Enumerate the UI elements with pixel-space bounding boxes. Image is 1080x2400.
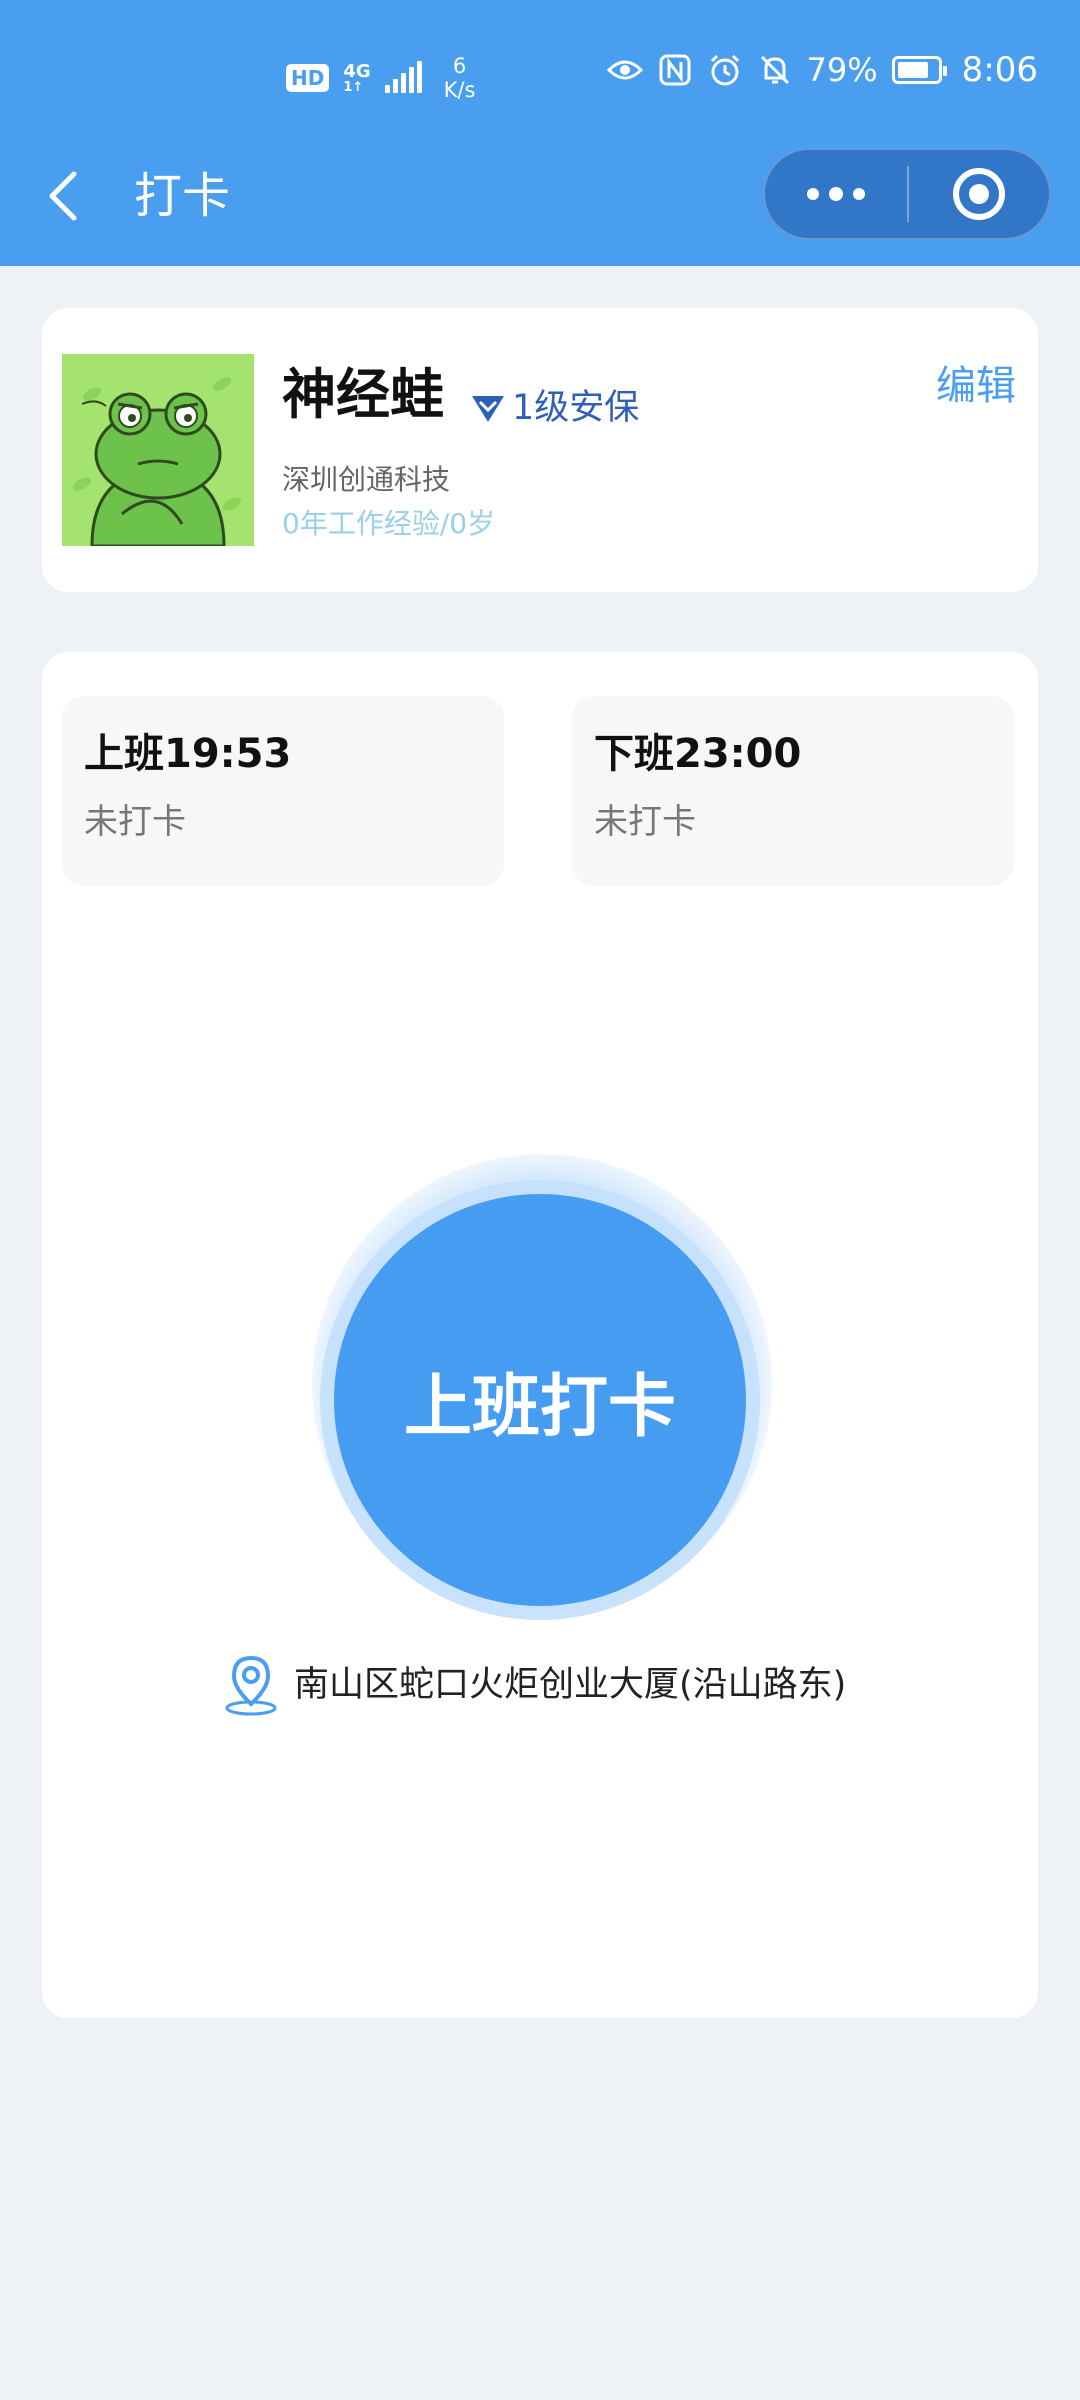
shift-end-time: 下班23:00 (594, 731, 802, 777)
hd-badge: HD (286, 64, 330, 92)
clock: 8:06 (961, 50, 1038, 90)
level-label: 1级安保 (512, 388, 640, 428)
dot (807, 188, 819, 200)
network-type: 4G (343, 60, 371, 82)
shift-start-status: 未打卡 (84, 802, 186, 842)
status-bar: HD 4G 1↑ 6 K/s 79% 8:06 (0, 48, 1080, 108)
dot (829, 187, 843, 201)
experience-info: 0年工作经验/0岁 (282, 507, 496, 540)
more-button[interactable] (765, 150, 907, 238)
back-button[interactable] (40, 166, 90, 226)
mute-bell-icon (757, 52, 793, 88)
shift-start-card: 上班19:53 未打卡 (62, 696, 504, 886)
clock-in-card: 上班19:53 未打卡 下班23:00 未打卡 上班打卡 南山区蛇口火炬创业大厦… (42, 652, 1038, 2018)
battery-icon (891, 56, 947, 84)
navigation-bar: 打卡 (0, 146, 1080, 246)
eye-icon (606, 52, 643, 88)
signal-icon (384, 61, 422, 93)
back-arrow-icon (49, 171, 77, 221)
shift-end-status: 未打卡 (594, 802, 696, 842)
diamond-icon (472, 396, 504, 422)
speed-unit: K/s (443, 78, 476, 102)
company-name: 深圳创通科技 (282, 463, 451, 496)
level-badge: 1级安保 (470, 386, 639, 430)
clock-in-button[interactable]: 上班打卡 (334, 1194, 746, 1606)
avatar (62, 354, 254, 546)
target-icon (953, 168, 1005, 220)
location-row: 南山区蛇口火炬创业大厦(沿山路东) (222, 1654, 846, 1716)
network-indicator: 4G 1↑ (343, 60, 371, 95)
status-bar-left: HD 4G 1↑ 6 K/s (286, 54, 475, 102)
shift-start-time: 上班19:53 (84, 731, 292, 777)
network-activity: 1↑ (343, 79, 364, 95)
app-header: HD 4G 1↑ 6 K/s 79% 8:06 打卡 (0, 0, 1080, 266)
mini-program-capsule (763, 148, 1051, 240)
user-name: 神经蛙 (282, 363, 444, 426)
network-speed: 6 K/s (444, 54, 476, 102)
page-title: 打卡 (134, 168, 231, 224)
speed-value: 6 (452, 54, 467, 78)
status-bar-right: 79% 8:06 (606, 50, 1038, 90)
location-pin-icon (225, 1655, 277, 1716)
edit-profile-button[interactable]: 编辑 (936, 358, 1016, 414)
location-address: 南山区蛇口火炬创业大厦(沿山路东) (294, 1665, 847, 1705)
dot (853, 188, 865, 200)
profile-card: 神经蛙 1级安保 编辑 深圳创通科技 0年工作经验/0岁 (42, 308, 1038, 592)
battery-percent: 79% (806, 51, 878, 89)
alarm-icon (707, 52, 743, 88)
close-mini-program-button[interactable] (909, 150, 1049, 238)
nfc-icon (657, 52, 693, 88)
shift-end-card: 下班23:00 未打卡 (572, 696, 1014, 886)
